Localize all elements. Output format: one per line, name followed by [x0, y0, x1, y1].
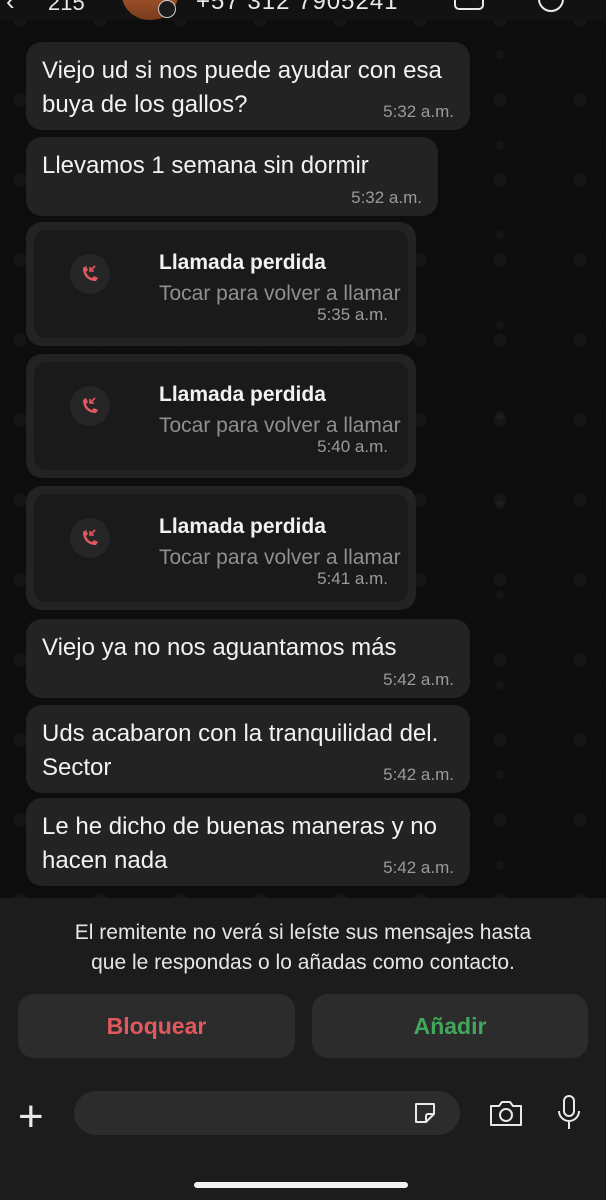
sticker-icon[interactable] — [412, 1100, 438, 1126]
call-time: 5:41 a.m. — [317, 569, 388, 588]
missed-call-icon — [70, 518, 110, 558]
back-unread-count[interactable]: 215 — [48, 0, 85, 16]
message-bubble[interactable]: Llevamos 1 semana sin dormir 5:32 a.m. — [26, 137, 438, 216]
home-indicator — [194, 1182, 408, 1188]
message-bubble[interactable]: Le he dicho de buenas maneras y no hacen… — [26, 798, 470, 886]
message-time: 5:32 a.m. — [383, 102, 454, 121]
missed-call-card[interactable]: Llamada perdida Tocar para volver a llam… — [26, 354, 416, 478]
message-input[interactable] — [74, 1091, 460, 1135]
block-button[interactable]: Bloquear — [18, 994, 295, 1058]
call-subtitle: Tocar para volver a llamar — [159, 414, 401, 437]
call-time: 5:40 a.m. — [317, 437, 388, 456]
message-time: 5:42 a.m. — [383, 858, 454, 877]
voice-call-icon[interactable] — [538, 0, 564, 12]
call-title: Llamada perdida — [159, 383, 326, 406]
chevron-left-icon[interactable]: ‹ — [6, 0, 15, 17]
missed-call-icon — [70, 254, 110, 294]
read-receipt-notice: El remitente no verá si leíste sus mensa… — [0, 918, 606, 978]
microphone-icon[interactable] — [555, 1094, 583, 1132]
call-time: 5:35 a.m. — [317, 305, 388, 324]
notice-line: El remitente no verá si leíste sus mensa… — [74, 921, 532, 944]
message-time: 5:42 a.m. — [383, 670, 454, 689]
contact-phone-number[interactable]: +57 312 7905241 — [196, 0, 399, 16]
message-bubble[interactable]: Viejo ud si nos puede ayudar con esa buy… — [26, 42, 470, 130]
message-bubble[interactable]: Uds acabaron con la tranquilidad del. Se… — [26, 705, 470, 793]
message-time: 5:32 a.m. — [351, 188, 422, 207]
message-time: 5:42 a.m. — [383, 765, 454, 784]
disappearing-timer-icon — [158, 0, 176, 18]
missed-call-inner: Llamada perdida Tocar para volver a llam… — [34, 494, 408, 602]
message-text: Uds acabaron con la tranquilidad del. Se… — [42, 720, 439, 781]
message-bubble[interactable]: Viejo ya no nos aguantamos más 5:42 a.m. — [26, 619, 470, 698]
message-text: Le he dicho de buenas maneras y no hacen… — [42, 813, 437, 874]
add-contact-button[interactable]: Añadir — [312, 994, 588, 1058]
call-subtitle: Tocar para volver a llamar — [159, 282, 401, 305]
chat-header: ‹ 215 +57 312 7905241 — [0, 0, 606, 20]
missed-call-inner: Llamada perdida Tocar para volver a llam… — [34, 362, 408, 470]
plus-icon[interactable]: + — [18, 1092, 44, 1142]
call-subtitle: Tocar para volver a llamar — [159, 546, 401, 569]
missed-call-icon — [70, 386, 110, 426]
call-title: Llamada perdida — [159, 515, 326, 538]
message-text: Viejo ya no nos aguantamos más — [42, 634, 397, 661]
camera-icon[interactable] — [488, 1098, 524, 1128]
notice-line: que le respondas o lo añadas como contac… — [91, 951, 515, 974]
call-title: Llamada perdida — [159, 251, 326, 274]
missed-call-card[interactable]: Llamada perdida Tocar para volver a llam… — [26, 486, 416, 610]
message-text: Llevamos 1 semana sin dormir — [42, 152, 369, 179]
message-input-bar: + — [0, 1088, 606, 1200]
video-call-icon[interactable] — [454, 0, 484, 10]
missed-call-inner: Llamada perdida Tocar para volver a llam… — [34, 230, 408, 338]
missed-call-card[interactable]: Llamada perdida Tocar para volver a llam… — [26, 222, 416, 346]
unknown-sender-panel: El remitente no verá si leíste sus mensa… — [0, 898, 606, 1088]
